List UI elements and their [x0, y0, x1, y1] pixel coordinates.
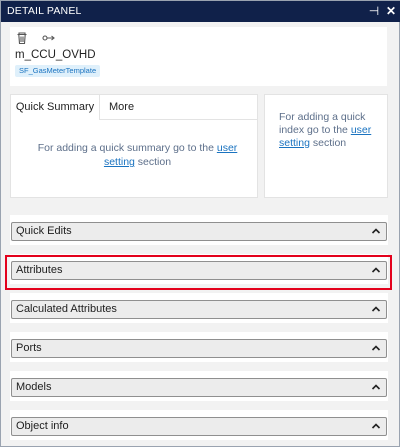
chevron-up-icon: [371, 267, 381, 273]
section-label: Object info: [16, 420, 69, 432]
section-label: Ports: [16, 342, 42, 354]
section-label: Quick Edits: [16, 225, 72, 237]
object-header: m_CCU_OVHD SF_GasMeterTemplate: [10, 27, 387, 86]
section-header-ports[interactable]: Ports: [11, 339, 387, 358]
link-icon[interactable]: [42, 31, 56, 45]
quick-index-message: For adding a quick index go to the user …: [279, 111, 383, 150]
section-label: Calculated Attributes: [16, 303, 117, 315]
chevron-up-icon: [371, 423, 381, 429]
section-attributes: Attributes: [10, 254, 388, 284]
section-quick-edits: Quick Edits: [10, 215, 388, 245]
section-header-object-info[interactable]: Object info: [11, 417, 387, 436]
quick-summary-card: Quick Summary More For adding a quick su…: [10, 94, 258, 198]
chevron-up-icon: [371, 384, 381, 390]
title-bar: DETAIL PANEL ⊣ ✕: [1, 1, 400, 22]
close-icon[interactable]: ✕: [384, 3, 398, 19]
tab-quick-summary[interactable]: Quick Summary: [11, 95, 100, 120]
section-header-models[interactable]: Models: [11, 378, 387, 397]
quick-summary-message: For adding a quick summary go to the use…: [25, 141, 250, 169]
quick-summary-text-before: For adding a quick summary go to the: [37, 142, 217, 154]
template-tag[interactable]: SF_GasMeterTemplate: [15, 65, 101, 77]
section-ports: Ports: [10, 332, 388, 362]
section-label: Models: [16, 381, 52, 393]
section-header-attributes[interactable]: Attributes: [11, 261, 387, 280]
section-object-info: Object info: [10, 410, 388, 440]
section-calculated-attributes: Calculated Attributes: [10, 293, 388, 323]
tab-divider: [100, 119, 258, 120]
quick-index-text-after: section: [309, 137, 347, 149]
tab-more[interactable]: More: [109, 95, 149, 120]
section-header-quick-edits[interactable]: Quick Edits: [11, 222, 387, 241]
chevron-up-icon: [371, 306, 381, 312]
section-models: Models: [10, 371, 388, 401]
quick-index-card: For adding a quick index go to the user …: [264, 94, 388, 198]
summary-tabs: Quick Summary More: [11, 95, 258, 120]
trash-icon[interactable]: [15, 31, 29, 45]
quick-summary-text-after: section: [134, 156, 172, 168]
chevron-up-icon: [371, 228, 381, 234]
section-header-calculated-attributes[interactable]: Calculated Attributes: [11, 300, 387, 319]
object-name: m_CCU_OVHD: [15, 49, 96, 61]
section-label: Attributes: [16, 264, 63, 276]
pin-icon[interactable]: ⊣: [367, 3, 381, 19]
panel-title: DETAIL PANEL: [7, 5, 82, 17]
detail-panel: DETAIL PANEL ⊣ ✕ m_CCU_OVHD SF_GasMeterT…: [0, 0, 400, 447]
chevron-up-icon: [371, 345, 381, 351]
